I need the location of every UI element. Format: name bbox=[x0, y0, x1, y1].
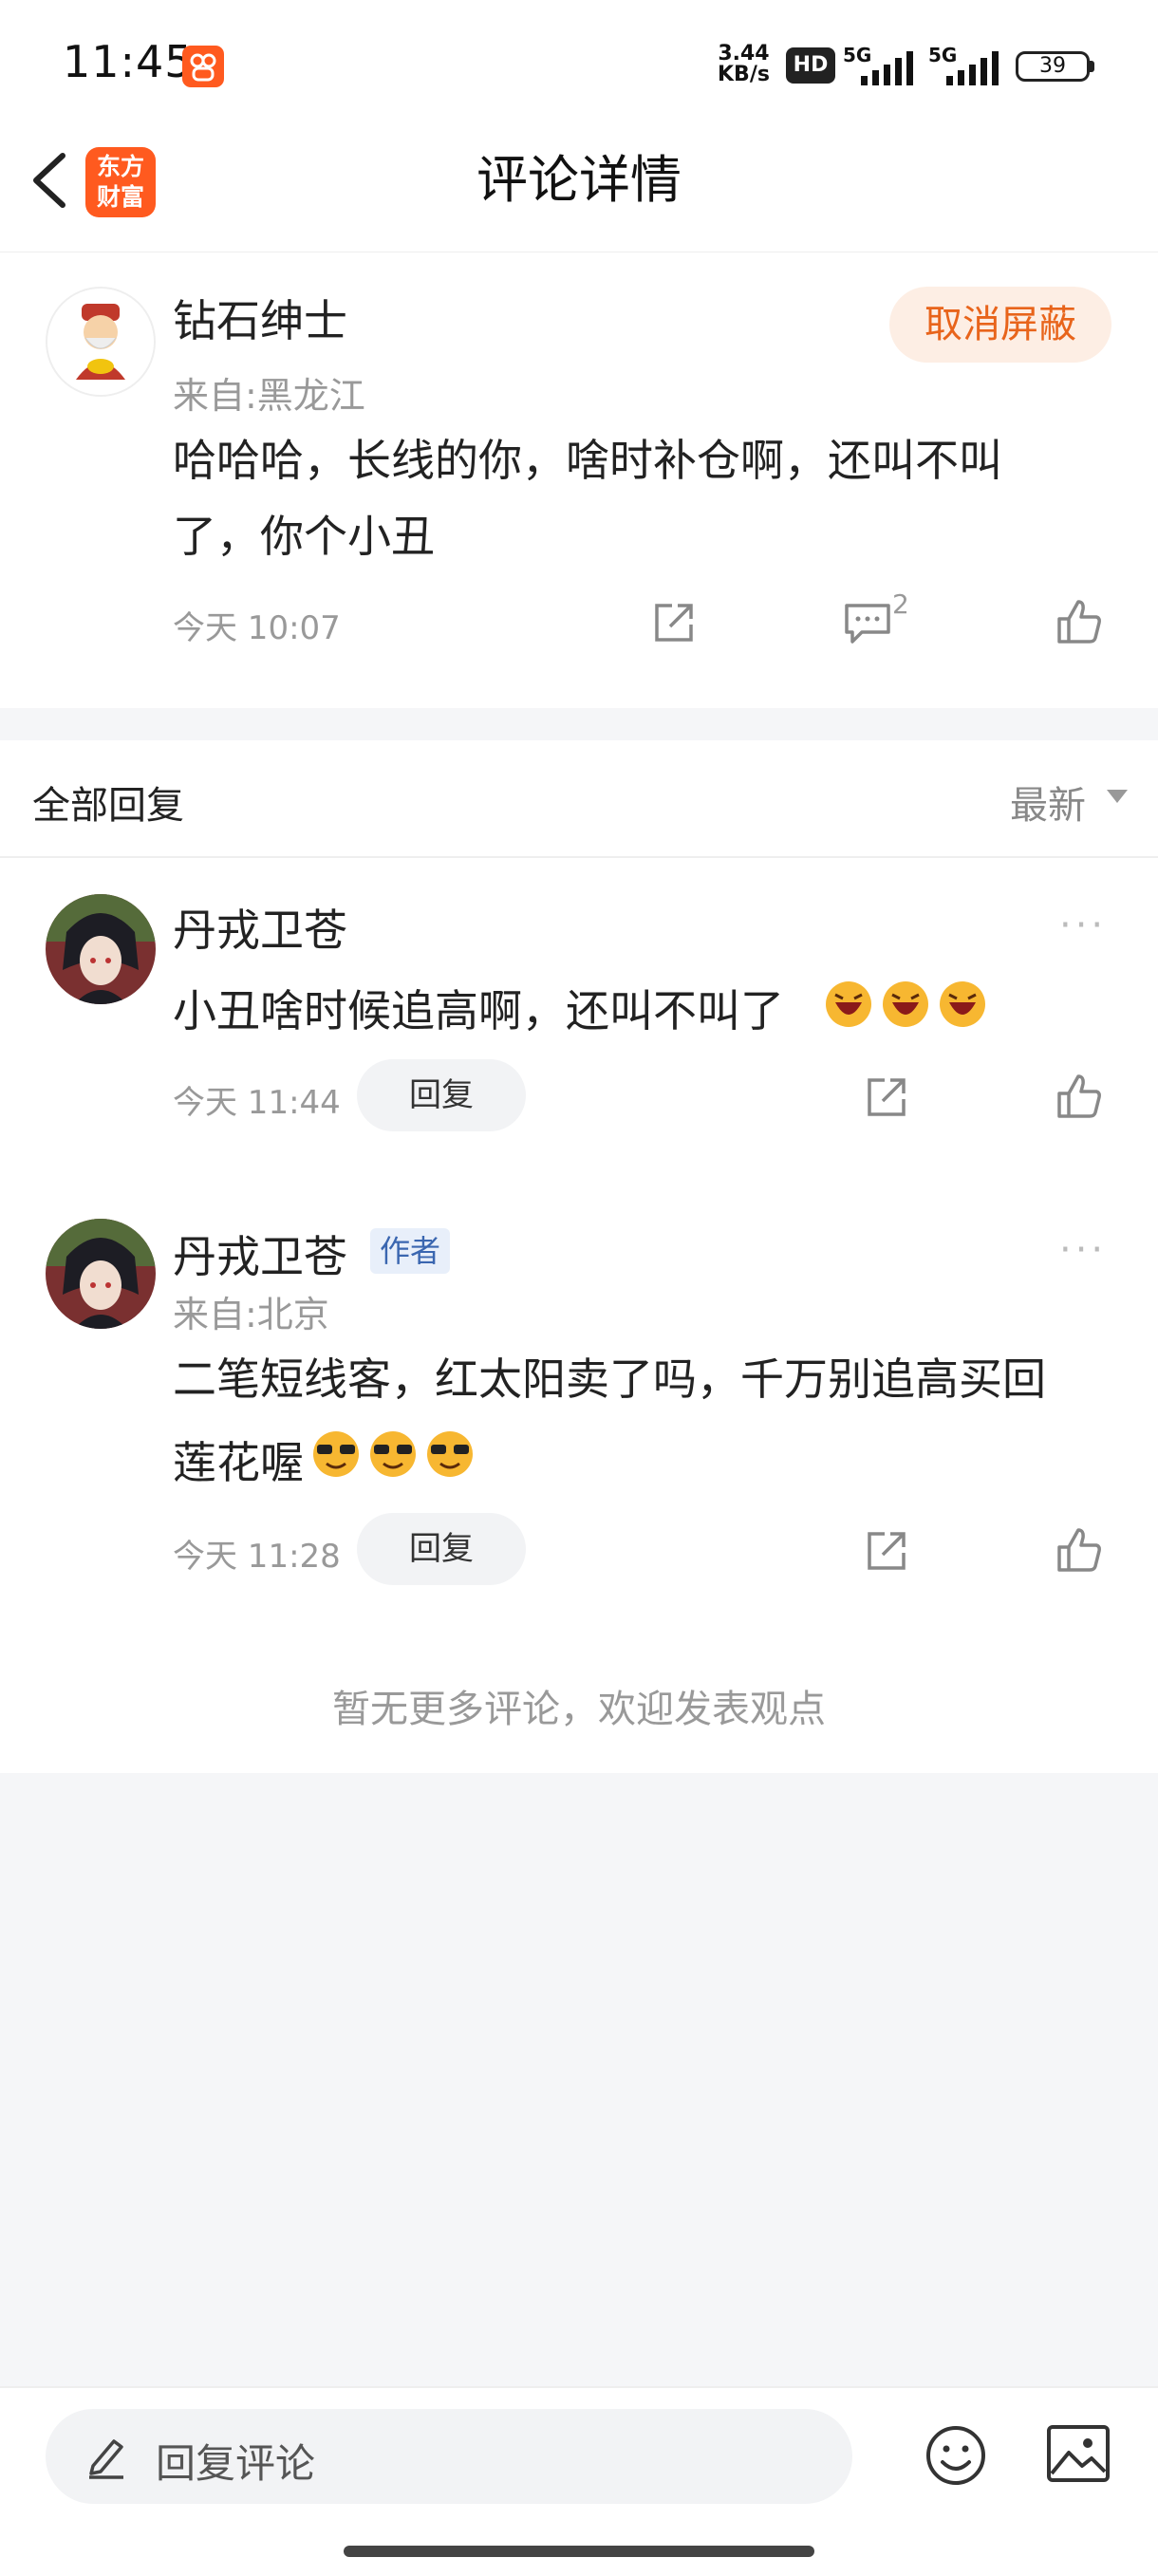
emoji-button[interactable] bbox=[925, 2424, 987, 2491]
smiley-icon bbox=[926, 2426, 985, 2485]
comment-count-button[interactable] bbox=[843, 600, 892, 645]
comment-text-line-2: 了，你个小丑 bbox=[173, 511, 435, 562]
no-more-comments: 暂无更多评论，欢迎发表观点 bbox=[332, 1688, 826, 1731]
reply-button[interactable]: 回复 bbox=[357, 1513, 526, 1585]
reply-username[interactable]: 丹戎卫苍 bbox=[173, 1223, 347, 1285]
comment-time: 今天 10:07 bbox=[173, 609, 341, 647]
sunglasses-emoji-icon bbox=[311, 1429, 482, 1483]
share-button[interactable] bbox=[864, 1074, 909, 1120]
anime-avatar-icon bbox=[46, 894, 156, 1004]
like-button[interactable] bbox=[1055, 598, 1103, 645]
share-button[interactable] bbox=[651, 600, 697, 645]
comment-bubble-icon bbox=[845, 604, 890, 644]
more-options-icon[interactable]: ··· bbox=[1059, 904, 1107, 947]
reply-time: 今天 11:44 bbox=[173, 1084, 341, 1122]
avatar[interactable] bbox=[46, 894, 156, 1004]
divider bbox=[0, 856, 1158, 858]
pencil-icon bbox=[85, 2434, 127, 2483]
like-button[interactable] bbox=[1055, 1073, 1103, 1120]
hd-icon: HD bbox=[786, 47, 835, 84]
image-icon bbox=[1047, 2425, 1110, 2482]
reply-time: 今天 11:28 bbox=[173, 1538, 341, 1576]
reply-username[interactable]: 丹戎卫苍 bbox=[173, 896, 347, 959]
home-indicator[interactable] bbox=[344, 2546, 814, 2557]
share-icon bbox=[868, 1078, 906, 1116]
battery-tip bbox=[1090, 61, 1094, 72]
net-speed: 3.44 KB/s bbox=[718, 42, 770, 86]
thumbs-up-icon bbox=[1057, 1528, 1101, 1572]
reply-text-line-2: 莲花喔 bbox=[173, 1437, 304, 1488]
like-button[interactable] bbox=[1055, 1526, 1103, 1574]
thumbs-up-icon bbox=[1057, 1074, 1101, 1118]
signal-bars-icon bbox=[859, 49, 916, 91]
comment-text-line-1: 哈哈哈，长线的你，啥时补仓啊，还叫不叫 bbox=[173, 435, 1002, 486]
battery-icon: 39 bbox=[1016, 51, 1090, 82]
avatar[interactable] bbox=[46, 1219, 156, 1329]
comment-username[interactable]: 钻石绅士 bbox=[173, 287, 347, 349]
reply-text: 小丑啥时候追高啊，还叫不叫了 bbox=[173, 985, 784, 1036]
share-icon bbox=[655, 604, 693, 642]
app-notification-icon bbox=[182, 46, 224, 87]
reply-location: 来自:北京 bbox=[173, 1294, 329, 1335]
reply-button[interactable]: 回复 bbox=[357, 1059, 526, 1131]
more-options-icon[interactable]: ··· bbox=[1059, 1228, 1107, 1272]
signal-bars-2-icon bbox=[944, 49, 1001, 91]
share-icon bbox=[868, 1532, 906, 1570]
caret-down-icon[interactable] bbox=[1107, 790, 1128, 803]
reply-text-line-1: 二笔短线客，红太阳卖了吗，千万别追高买回 bbox=[173, 1353, 1046, 1405]
unblock-button[interactable]: 取消屏蔽 bbox=[889, 287, 1111, 363]
sort-dropdown[interactable]: 最新 bbox=[1010, 775, 1086, 830]
reply-input-placeholder[interactable]: 回复评论 bbox=[156, 2432, 315, 2490]
laughing-emoji-icon bbox=[824, 980, 995, 1033]
comment-location: 来自:黑龙江 bbox=[173, 375, 365, 417]
page-title: 评论详情 bbox=[476, 150, 682, 210]
image-button[interactable] bbox=[1046, 2424, 1111, 2487]
share-button[interactable] bbox=[864, 1528, 909, 1574]
anime-avatar-icon bbox=[46, 1219, 156, 1329]
thumbs-up-icon bbox=[1057, 600, 1101, 644]
fortune-god-avatar-icon bbox=[47, 289, 154, 395]
status-time: 11:45 bbox=[63, 36, 194, 87]
reply-count: 2 bbox=[892, 588, 909, 620]
all-replies-title: 全部回复 bbox=[32, 784, 184, 828]
author-badge: 作者 bbox=[370, 1228, 451, 1274]
avatar[interactable] bbox=[46, 287, 156, 397]
